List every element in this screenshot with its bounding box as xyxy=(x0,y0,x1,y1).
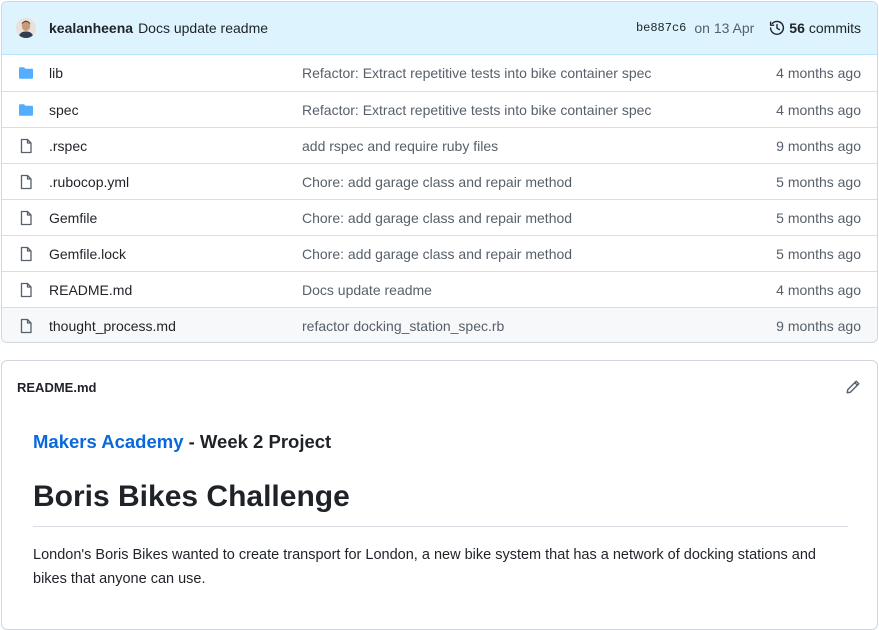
file-commit-age: 9 months ago xyxy=(776,317,861,334)
file-name-link[interactable]: README.md xyxy=(49,282,302,298)
file-commit-age: 9 months ago xyxy=(776,137,861,154)
readme-panel: README.md Makers Academy - Week 2 Projec… xyxy=(1,360,878,630)
file-name-link[interactable]: .rspec xyxy=(49,138,302,154)
file-row[interactable]: .rspec add rspec and require ruby files 9 … xyxy=(2,127,877,163)
file-commit-message-link[interactable]: Chore: add garage class and repair metho… xyxy=(302,210,776,226)
file-browser: kealanheena Docs update readme be887c6 o… xyxy=(1,1,878,343)
readme-heading: Boris Bikes Challenge xyxy=(33,478,848,527)
file-commit-message-link[interactable]: Chore: add garage class and repair metho… xyxy=(302,246,776,262)
readme-body: Makers Academy - Week 2 Project Boris Bi… xyxy=(2,413,877,591)
folder-icon xyxy=(18,102,34,118)
file-icon xyxy=(18,282,34,298)
readme-paragraph: London's Boris Bikes wanted to create tr… xyxy=(33,547,816,587)
commit-count: 56 xyxy=(789,20,805,36)
latest-commit-bar: kealanheena Docs update readme be887c6 o… xyxy=(2,2,877,55)
commit-message[interactable]: Docs update readme xyxy=(138,20,268,36)
commits-label: commits xyxy=(808,20,861,36)
readme-subtitle: Makers Academy - Week 2 Project xyxy=(33,430,846,454)
file-commit-message-link[interactable]: add rspec and require ruby files xyxy=(302,138,776,154)
edit-pencil-icon[interactable] xyxy=(844,378,862,396)
readme-filename: README.md xyxy=(17,379,97,395)
file-row[interactable]: Gemfile Chore: add garage class and repai… xyxy=(2,199,877,235)
file-commit-message-link[interactable]: Refactor: Extract repetitive tests into … xyxy=(302,65,776,81)
commit-author[interactable]: kealanheena xyxy=(49,20,133,36)
file-icon xyxy=(18,210,34,226)
commit-sha[interactable]: be887c6 xyxy=(636,21,686,35)
file-row[interactable]: spec Refactor: Extract repetitive tests i… xyxy=(2,91,877,127)
file-row[interactable]: Gemfile.lock Chore: add garage class and … xyxy=(2,235,877,271)
file-commit-age: 4 months ago xyxy=(776,65,861,81)
file-name-link[interactable]: .rubocop.yml xyxy=(49,174,302,190)
folder-icon xyxy=(18,65,34,81)
history-icon xyxy=(769,20,785,36)
commit-history-link[interactable]: 56 commits xyxy=(769,20,861,36)
file-icon xyxy=(18,318,34,334)
file-row[interactable]: README.md Docs update readme 4 months ago xyxy=(2,271,877,307)
file-name-link[interactable]: Gemfile xyxy=(49,210,302,226)
readme-subtitle-rest: - Week 2 Project xyxy=(183,431,332,452)
file-name-link[interactable]: lib xyxy=(49,65,302,81)
file-name-link[interactable]: spec xyxy=(49,102,302,118)
author-avatar[interactable] xyxy=(16,18,36,38)
file-icon xyxy=(18,138,34,154)
file-icon xyxy=(18,174,34,190)
file-commit-message-link[interactable]: Chore: add garage class and repair metho… xyxy=(302,174,776,190)
file-icon xyxy=(18,246,34,262)
file-commit-message-link[interactable]: Refactor: Extract repetitive tests into … xyxy=(302,102,776,118)
readme-header: README.md xyxy=(2,361,877,413)
file-row[interactable]: lib Refactor: Extract repetitive tests in… xyxy=(2,55,877,91)
file-commit-age: 4 months ago xyxy=(776,281,861,298)
file-commit-message-link[interactable]: refactor docking_station_spec.rb xyxy=(302,318,776,334)
file-commit-age: 5 months ago xyxy=(776,245,861,262)
file-name-link[interactable]: Gemfile.lock xyxy=(49,246,302,262)
makers-academy-link[interactable]: Makers Academy xyxy=(33,431,183,452)
file-name-link[interactable]: thought_process.md xyxy=(49,318,302,334)
commit-date: on 13 Apr xyxy=(694,20,755,36)
file-commit-age: 5 months ago xyxy=(776,209,861,226)
file-row[interactable]: .rubocop.yml Chore: add garage class and … xyxy=(2,163,877,199)
file-row[interactable]: thought_process.md refactor docking_stati… xyxy=(2,307,877,342)
file-commit-age: 5 months ago xyxy=(776,173,861,190)
file-commit-age: 4 months ago xyxy=(776,101,861,118)
file-commit-message-link[interactable]: Docs update readme xyxy=(302,282,776,298)
